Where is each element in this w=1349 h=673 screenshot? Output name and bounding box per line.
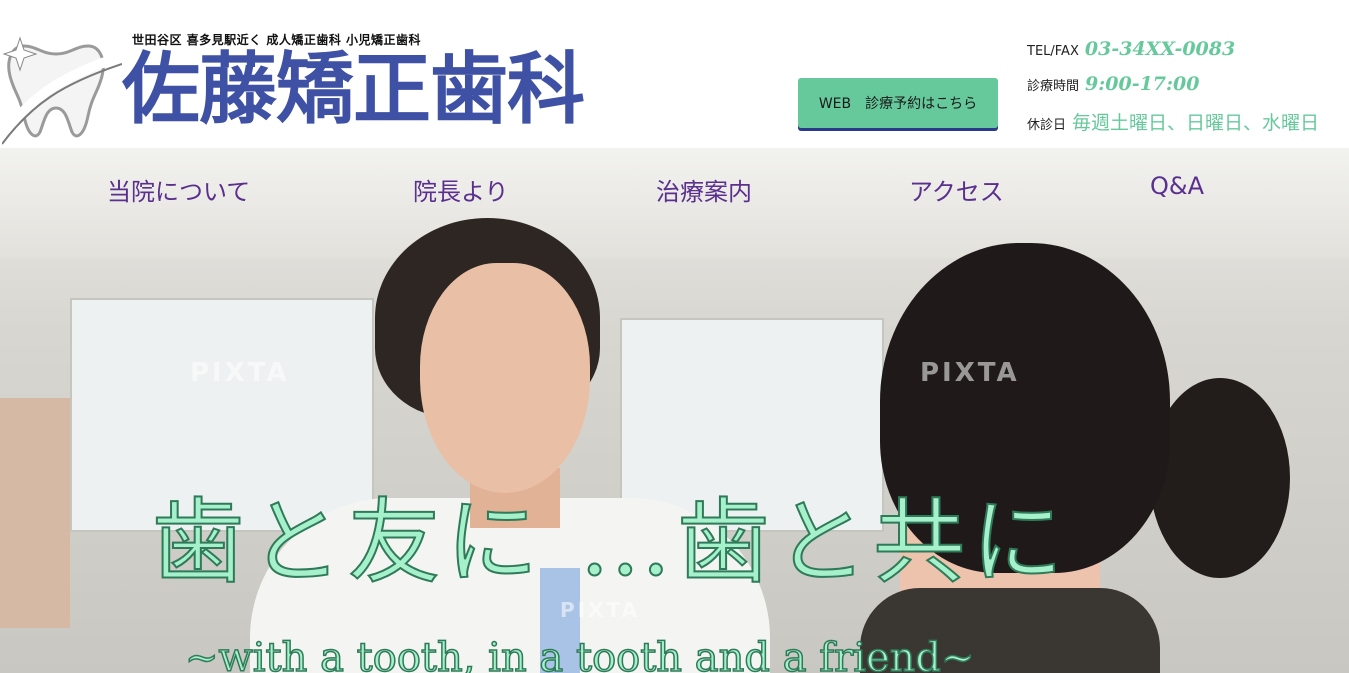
nav-item-director[interactable]: 院長より (413, 172, 509, 207)
clinic-name[interactable]: 佐藤矯正歯科 (122, 44, 585, 136)
nav-item-access[interactable]: アクセス (909, 172, 1004, 207)
hero-banner: PIXTA PIXTA PIXTA 当院について 院長より 治療案内 アクセス … (0, 148, 1349, 673)
hours-info: 診療時間 9:00-17:00 (1027, 73, 1199, 95)
tooth-logo-icon (2, 36, 122, 145)
hours-label: 診療時間 (1027, 79, 1080, 94)
nav-item-treatment[interactable]: 治療案内 (656, 172, 752, 207)
patient-hair-bun (1150, 378, 1290, 578)
watermark: PIXTA (190, 358, 290, 388)
closed-days-info: 休診日 毎週土曜日、日曜日、水曜日 (1027, 108, 1319, 135)
watermark: PIXTA (920, 358, 1020, 388)
web-reservation-button[interactable]: WEB 診療予約はこちら (798, 78, 998, 128)
hero-slogan-english: ~with a tooth, in a tooth and a friend~ (184, 635, 975, 673)
hero-slogan: 歯と友に …歯と共に (151, 488, 1070, 597)
hero-shelf (0, 398, 70, 628)
nav-item-faq[interactable]: Q&A (1150, 172, 1204, 200)
doctor-face (420, 263, 590, 493)
main-nav: 当院について 院長より 治療案内 アクセス Q&A (0, 148, 1349, 228)
tel-fax-value: 03-34XX-0083 (1084, 38, 1236, 60)
nav-item-about[interactable]: 当院について (107, 172, 250, 207)
hours-value: 9:00-17:00 (1085, 73, 1200, 95)
closed-days-value: 毎週土曜日、日曜日、水曜日 (1072, 112, 1320, 134)
tel-fax-label: TEL/FAX (1027, 44, 1079, 59)
watermark: PIXTA (560, 598, 641, 622)
tel-fax-info: TEL/FAX 03-34XX-0083 (1027, 38, 1235, 60)
closed-days-label: 休診日 (1027, 118, 1067, 133)
site-header: 世田谷区 喜多見駅近く 成人矯正歯科 小児矯正歯科 佐藤矯正歯科 WEB 診療予… (0, 0, 1349, 148)
